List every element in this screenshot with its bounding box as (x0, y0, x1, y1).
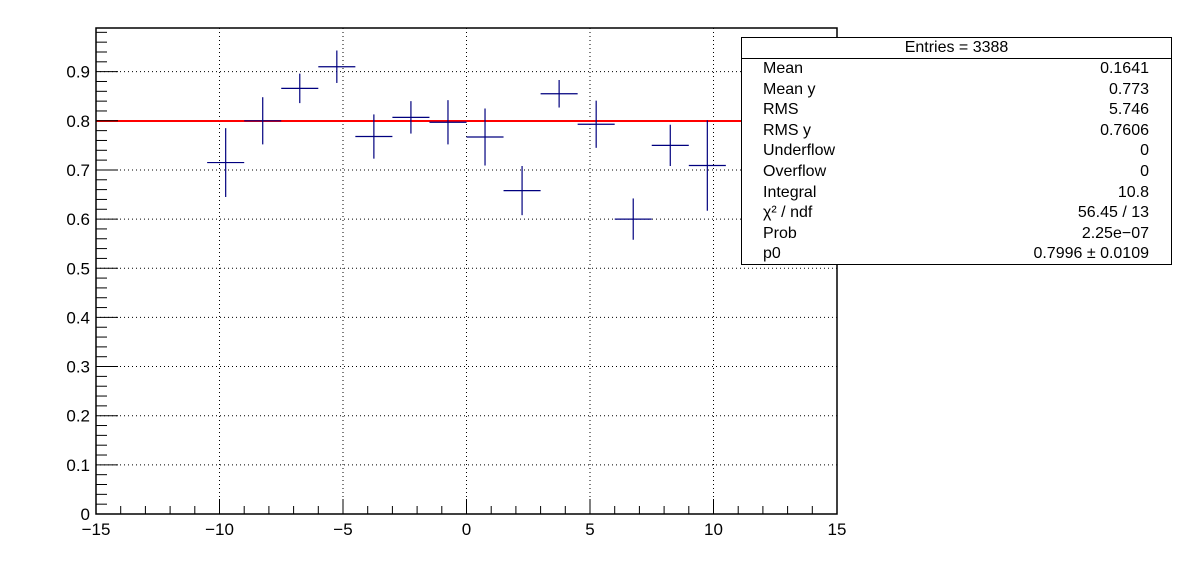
stat-row-rms-y: RMS y 0.7606 (742, 121, 1171, 142)
x-tick-label: 15 (828, 520, 847, 539)
stat-value: 0 (1140, 162, 1149, 180)
y-tick-label: 0.3 (66, 358, 90, 377)
data-point (540, 80, 578, 108)
stat-row-integral: Integral 10.8 (742, 183, 1171, 204)
stat-name: Mean y (763, 80, 816, 98)
y-tick-label: 0.2 (66, 407, 90, 426)
stat-value: 0.1641 (1100, 60, 1149, 77)
grid (96, 28, 837, 514)
data-point (466, 108, 504, 166)
stat-row-prob: Prob 2.25e−07 (742, 224, 1171, 245)
stat-name: p0 (763, 245, 781, 263)
data-point (244, 97, 282, 145)
y-tick-label: 0 (81, 505, 90, 524)
stat-value: 10.8 (1117, 183, 1149, 201)
y-tick-label: 0.7 (66, 161, 90, 180)
y-tick-label: 0.5 (66, 259, 90, 278)
axes: −15 −10 −5 0 5 10 1500.10.20.30.40.50.60.70.80… (66, 27, 847, 539)
stat-value: 5.746 (1108, 101, 1149, 119)
x-tick-label: 10 (704, 520, 723, 539)
stat-row-mean-y: Mean y 0.773 (742, 80, 1171, 101)
stat-value: 0.7606 (1100, 121, 1149, 139)
stat-name: Integral (763, 183, 817, 201)
stats-title: Entries = 3388 (742, 38, 1171, 59)
data-points (207, 50, 726, 240)
data-point (651, 124, 689, 167)
data-point (318, 50, 356, 83)
stat-name: Prob (763, 224, 797, 242)
stat-value: 0.773 (1108, 80, 1149, 98)
stat-value: 0.7996 ± 0.0109 (1033, 245, 1149, 263)
data-point (392, 101, 430, 134)
data-point (614, 198, 652, 240)
stat-name: RMS y (763, 121, 811, 139)
stat-name: RMS (763, 101, 799, 119)
stat-value: 2.25e−07 (1081, 224, 1149, 242)
stat-name: χ² / ndf (763, 204, 813, 222)
data-point (207, 128, 245, 197)
data-point (503, 166, 541, 216)
y-tick-label: 0.9 (66, 63, 90, 82)
data-point (281, 73, 319, 104)
stat-name: Underflow (763, 142, 836, 160)
stat-row-underflow: Underflow 0 (742, 141, 1171, 162)
stat-value: 56.45 / 13 (1077, 204, 1149, 222)
y-tick-label: 0.1 (66, 456, 90, 475)
y-tick-label: 0.4 (66, 308, 90, 327)
y-tick-label: 0.6 (66, 210, 90, 229)
stat-row-rms: RMS 5.746 (742, 100, 1171, 121)
data-point (577, 100, 615, 148)
x-tick-label: 5 (585, 520, 594, 539)
x-tick-label: −10 (205, 520, 234, 539)
stat-name: Overflow (763, 162, 827, 180)
stat-row-overflow: Overflow 0 (742, 162, 1171, 183)
y-tick-label: 0.8 (66, 112, 90, 131)
stat-row-chi2: χ² / ndf 56.45 / 13 (742, 203, 1171, 224)
stat-name: Mean (763, 60, 804, 77)
data-point (688, 120, 726, 211)
x-tick-label: 0 (462, 520, 471, 539)
stat-row-p0: p0 0.7996 ± 0.0109 (742, 244, 1171, 265)
stat-row-mean: Mean 0.1641 (742, 59, 1171, 80)
stats-rows: Mean 0.1641 Mean y 0.773 RMS 5.746 RMS y… (742, 59, 1171, 265)
x-tick-label: −5 (333, 520, 352, 539)
stats-box: Entries = 3388 Mean 0.1641 Mean y 0.773 … (741, 37, 1172, 265)
data-point (429, 100, 467, 145)
stat-value: 0 (1140, 142, 1149, 160)
